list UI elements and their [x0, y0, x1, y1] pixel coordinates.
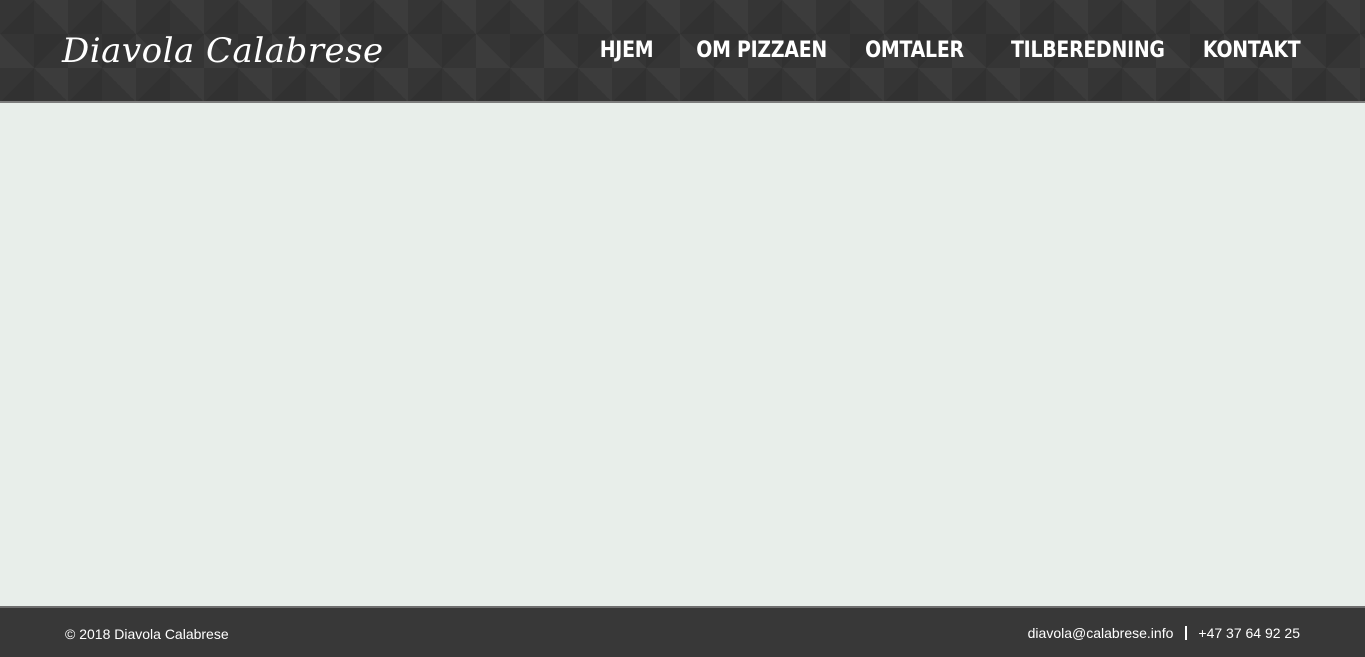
contact-email-link[interactable]: diavola@calabrese.info [1028, 624, 1174, 642]
main-navigation: HJEM OM PIZZAEN OMTALER TILBEREDNING KON… [591, 36, 1300, 66]
nav-about-pizza-link[interactable]: OM PIZZAEN [696, 36, 827, 66]
copyright-text: © 2018 Diavola Calabrese [65, 626, 229, 642]
main-content-area [0, 103, 1365, 606]
nav-preparation-link[interactable]: TILBEREDNING [1011, 36, 1165, 66]
footer-contact-info: diavola@calabrese.info +47 37 64 92 25 [1028, 624, 1300, 642]
nav-reviews-link[interactable]: OMTALER [865, 36, 964, 66]
site-logo[interactable]: Diavola Calabrese [62, 28, 384, 74]
site-header: Diavola Calabrese HJEM OM PIZZAEN OMTALE… [0, 0, 1365, 103]
contact-phone-link[interactable]: +47 37 64 92 25 [1198, 624, 1300, 642]
nav-home-link[interactable]: HJEM [599, 36, 653, 66]
nav-contact-link[interactable]: KONTAKT [1202, 36, 1300, 66]
site-footer: © 2018 Diavola Calabrese diavola@calabre… [0, 606, 1365, 657]
contact-divider [1185, 626, 1188, 640]
